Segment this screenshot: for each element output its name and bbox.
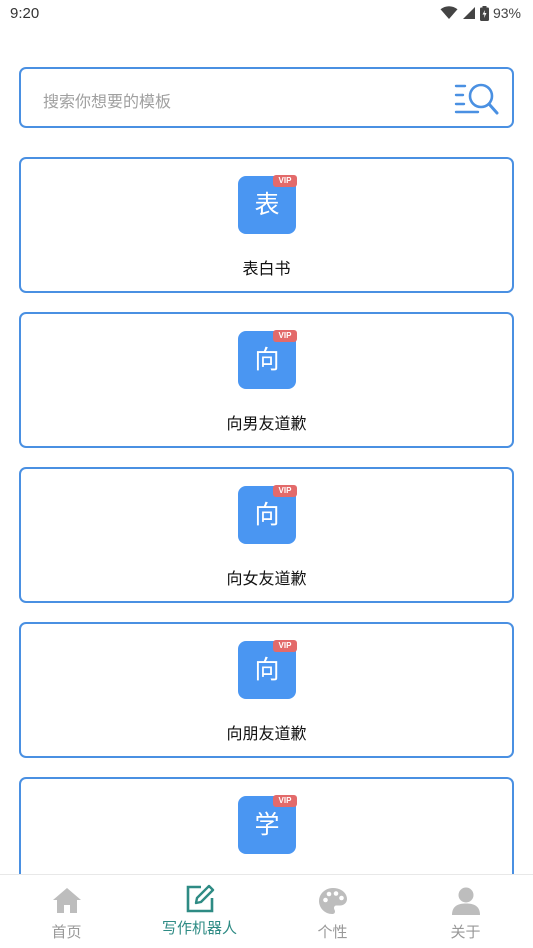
nav-label: 关于 (450, 923, 481, 941)
template-card[interactable]: 向 VIP 向男友道歉 (19, 312, 514, 448)
template-card[interactable]: 向 VIP 向女友道歉 (19, 467, 514, 603)
status-icons: 93% (440, 5, 521, 21)
nav-label: 个性 (317, 923, 348, 941)
template-title: 向女友道歉 (226, 569, 307, 588)
template-card[interactable]: 学 VIP (19, 777, 514, 874)
cellular-icon (462, 7, 475, 19)
search-placeholder: 搜索你想要的模板 (43, 92, 172, 111)
nav-label: 写作机器人 (161, 919, 237, 937)
template-badge: 向 VIP (238, 330, 297, 389)
nav-about[interactable]: 关于 (399, 875, 532, 948)
vip-tag: VIP (273, 175, 297, 187)
user-icon (451, 887, 480, 915)
vip-tag: VIP (273, 330, 297, 342)
nav-personalize[interactable]: 个性 (266, 875, 399, 948)
edit-icon (186, 884, 214, 913)
bottom-nav: 首页 写作机器人 个性 关于 (0, 874, 533, 948)
vip-tag: VIP (273, 485, 297, 497)
battery-percentage: 93% (492, 5, 521, 21)
template-badge: 向 VIP (238, 485, 297, 544)
nav-home[interactable]: 首页 (0, 875, 133, 948)
search-list-icon[interactable] (454, 81, 500, 117)
wifi-icon (440, 6, 458, 19)
search-box[interactable]: 搜索你想要的模板 (19, 67, 514, 128)
template-card[interactable]: 向 VIP 向朋友道歉 (19, 622, 514, 758)
nav-label: 首页 (51, 923, 82, 941)
battery-icon (479, 5, 489, 21)
template-card[interactable]: 表 VIP 表白书 (19, 157, 514, 293)
home-icon (52, 888, 81, 913)
template-badge: 表 VIP (238, 175, 297, 234)
template-title: 表白书 (242, 259, 291, 278)
template-title: 向男友道歉 (226, 414, 307, 433)
status-bar: 9:20 93% (0, 0, 533, 32)
palette-icon (318, 888, 347, 914)
template-badge: 向 VIP (238, 640, 297, 699)
template-title: 向朋友道歉 (226, 724, 307, 743)
template-badge: 学 VIP (238, 795, 297, 854)
template-list[interactable]: 表 VIP 表白书 向 VIP 向男友道歉 向 VIP 向女友道歉 向 VIP … (0, 0, 533, 874)
vip-tag: VIP (273, 640, 297, 652)
status-time: 9:20 (10, 5, 40, 22)
vip-tag: VIP (273, 795, 297, 807)
nav-writing-robot[interactable]: 写作机器人 (133, 875, 266, 948)
